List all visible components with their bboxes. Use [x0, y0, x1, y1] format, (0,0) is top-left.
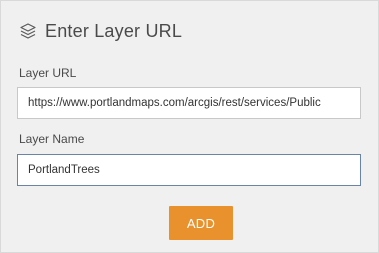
layer-name-label: Layer Name	[19, 132, 85, 146]
add-button[interactable]: ADD	[169, 206, 233, 240]
layer-url-label: Layer URL	[19, 66, 77, 80]
panel-title: Enter Layer URL	[45, 20, 183, 41]
layers-icon	[19, 22, 37, 40]
layer-name-input[interactable]	[17, 154, 361, 186]
layer-url-input[interactable]	[17, 87, 361, 119]
add-layer-url-panel: Enter Layer URL Layer URL Layer Name ADD	[0, 0, 379, 253]
panel-header: Enter Layer URL	[19, 18, 182, 44]
